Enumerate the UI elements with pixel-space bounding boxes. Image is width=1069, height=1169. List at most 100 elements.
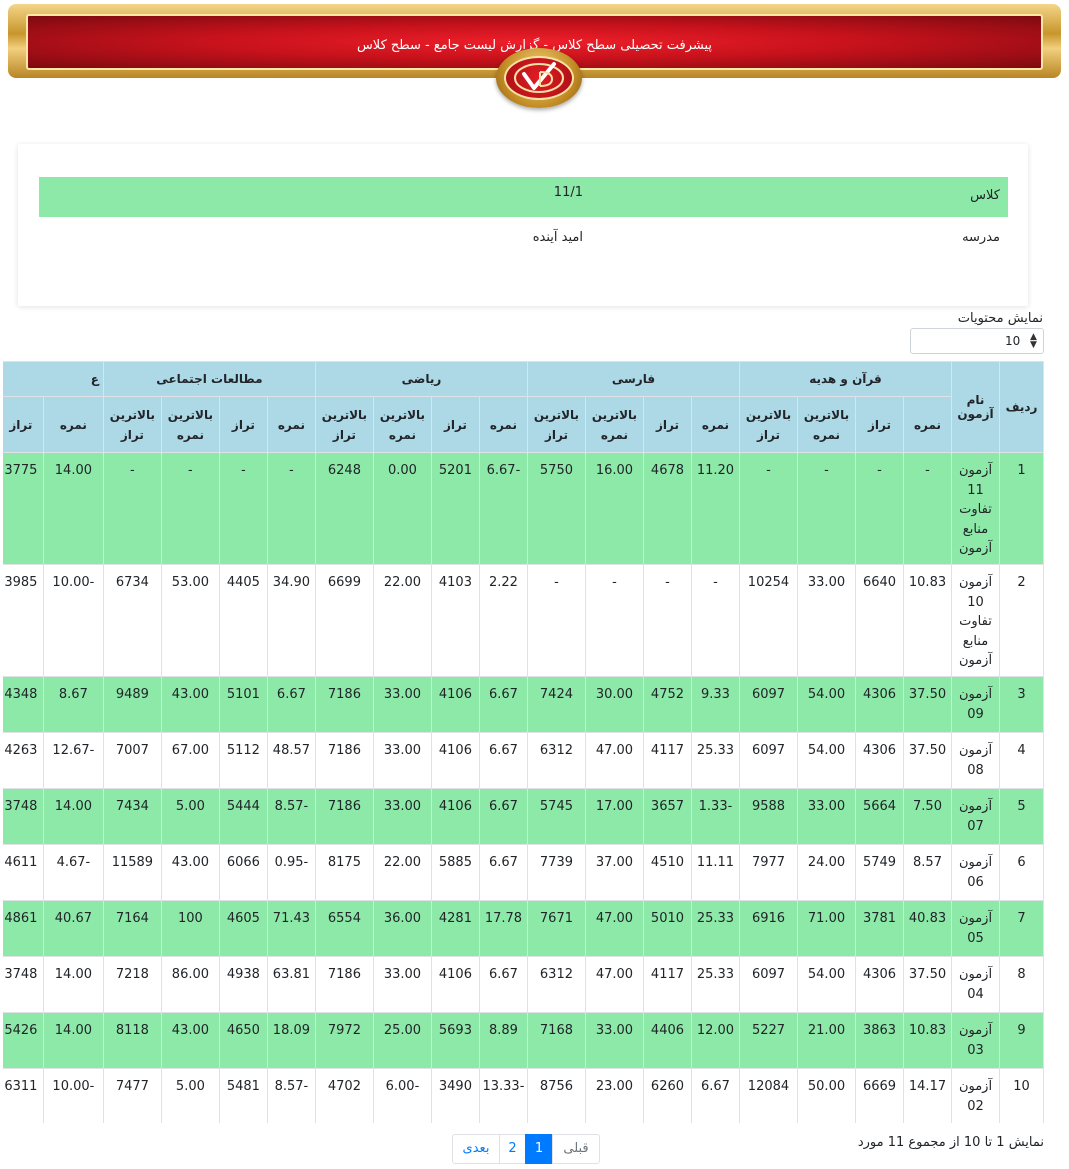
subheader-cell[interactable]: نمره <box>42 396 104 453</box>
score-cell: 18.09 <box>266 1012 316 1069</box>
score-cell: 54.00 <box>797 956 856 1013</box>
score-cell: 7972 <box>314 1012 374 1069</box>
subheader-cell[interactable]: نمره <box>903 396 952 453</box>
show-entries-label: نمایش محتویات <box>957 311 1043 326</box>
subheader-cell[interactable]: نمره <box>478 396 528 453</box>
table-row[interactable]: 5 آزمون 07 7.50 5664 33.00 9588 -1.33 3657 17.00… <box>3 788 1044 845</box>
score-cell: 21.00 <box>797 1012 856 1069</box>
score-cell: 100 <box>160 900 220 957</box>
score-cell: 6.67 <box>478 676 528 733</box>
score-cell: 53.00 <box>160 564 220 677</box>
subheader-cell[interactable]: بالاترین تراز <box>102 396 162 453</box>
score-cell: 4678 <box>642 452 692 565</box>
score-cell: -10.00 <box>42 564 104 677</box>
subheader-cell[interactable]: تراز <box>642 396 692 453</box>
results-table-container[interactable]: ردیف نام آزمون قرآن و هدیه فارسی ریاضی م… <box>3 361 1044 1123</box>
score-cell: 5444 <box>218 788 268 845</box>
score-cell: 6248 <box>314 452 374 565</box>
score-cell: 3490 <box>430 1068 480 1123</box>
info-label: مدرسه <box>962 230 1000 245</box>
info-row-school: مدرسه امید آینده <box>39 222 1008 262</box>
score-cell: 33.00 <box>584 1012 644 1069</box>
score-cell: 7168 <box>526 1012 586 1069</box>
table-row[interactable]: 4 آزمون 08 37.50 4306 54.00 6097 25.33 4117 47.0… <box>3 732 1044 789</box>
exam-name-cell: آزمون 04 <box>951 956 1000 1013</box>
exam-name-cell: آزمون 07 <box>951 788 1000 845</box>
subheader-cell[interactable]: بالاترین تراز <box>314 396 374 453</box>
score-cell: 14.00 <box>42 956 104 1013</box>
header-row-number[interactable]: ردیف <box>999 361 1044 453</box>
score-cell: 4611 <box>3 844 44 901</box>
score-cell: 4406 <box>642 1012 692 1069</box>
score-cell: 5750 <box>526 452 586 565</box>
table-row[interactable]: 7 آزمون 05 40.83 3781 71.00 6916 25.33 5010 47.0… <box>3 900 1044 957</box>
subheader-cell[interactable]: تراز <box>218 396 268 453</box>
score-cell: 4605 <box>218 900 268 957</box>
row-number-cell: 9 <box>999 1012 1044 1069</box>
subheader-cell[interactable]: بالاترین نمره <box>797 396 856 453</box>
subheader-cell[interactable]: نمره <box>266 396 316 453</box>
score-cell: 5101 <box>218 676 268 733</box>
score-cell: 48.57 <box>266 732 316 789</box>
table-row[interactable]: 8 آزمون 04 37.50 4306 54.00 6097 25.33 4117 47.0… <box>3 956 1044 1013</box>
table-row[interactable]: 2 آزمون 10 تفاوت منابع آزمون 10.83 6640 33.0… <box>3 564 1044 677</box>
table-row[interactable]: 1 آزمون 11 تفاوت منابع آزمون - - - -11.20 4678… <box>3 452 1044 565</box>
score-cell: 10254 <box>738 564 799 677</box>
page-length-select[interactable]: 10 ▲ ▼ <box>910 328 1044 354</box>
score-cell: -12.67 <box>42 732 104 789</box>
subheader-cell[interactable]: بالاترین نمره <box>584 396 644 453</box>
score-cell: 54.00 <box>797 732 856 789</box>
info-value: 11/1 <box>553 185 583 200</box>
score-cell: 6699 <box>314 564 374 677</box>
score-cell: 7186 <box>314 732 374 789</box>
header-group: ع <box>3 361 104 397</box>
subheader-cell[interactable]: تراز <box>430 396 480 453</box>
subheader-cell[interactable]: نمره <box>690 396 740 453</box>
checkmark-logo-icon <box>514 62 564 93</box>
score-cell: 4306 <box>855 676 904 733</box>
subheader-cell[interactable]: تراز <box>3 396 44 453</box>
score-cell: 3985 <box>3 564 44 677</box>
score-cell: 36.00 <box>372 900 432 957</box>
score-cell: - <box>903 452 952 565</box>
score-cell: -1.33 <box>690 788 740 845</box>
score-cell: 2.22 <box>478 564 528 677</box>
score-cell: 9588 <box>738 788 799 845</box>
score-cell: 24.00 <box>797 844 856 901</box>
score-cell: - <box>266 452 316 565</box>
exam-name-cell: آزمون 08 <box>951 732 1000 789</box>
subheader-cell[interactable]: بالاترین نمره <box>160 396 220 453</box>
score-cell: 7424 <box>526 676 586 733</box>
subheader-cell[interactable]: بالاترین تراز <box>526 396 586 453</box>
subheader-cell[interactable]: تراز <box>855 396 904 453</box>
score-cell: 4117 <box>642 956 692 1013</box>
score-cell: 7186 <box>314 788 374 845</box>
score-cell: 6066 <box>218 844 268 901</box>
score-cell: - <box>855 452 904 565</box>
table-row[interactable]: 6 آزمون 06 8.57 5749 24.00 7977 11.11 4510 37.00… <box>3 844 1044 901</box>
next-page-button[interactable]: بعدی <box>452 1134 500 1164</box>
score-cell: 33.00 <box>372 732 432 789</box>
header-group: مطالعات اجتماعی <box>102 361 316 397</box>
score-cell: -8.57 <box>266 788 316 845</box>
row-number-cell: 5 <box>999 788 1044 845</box>
page-2-button[interactable]: 2 <box>499 1134 526 1164</box>
table-row[interactable]: 3 آزمون 09 37.50 4306 54.00 6097 9.33 4752 30.00… <box>3 676 1044 733</box>
score-cell: 5.00 <box>160 1068 220 1123</box>
score-cell: 47.00 <box>584 956 644 1013</box>
score-cell: 5664 <box>855 788 904 845</box>
score-cell: 5745 <box>526 788 586 845</box>
previous-page-button[interactable]: قبلی <box>552 1134 600 1164</box>
select-caret-icon: ▲ ▼ <box>1030 332 1037 350</box>
table-row[interactable]: 9 آزمون 03 10.83 3863 21.00 5227 12.00 4406 33.0… <box>3 1012 1044 1069</box>
score-cell: 22.00 <box>372 844 432 901</box>
score-cell: 37.50 <box>903 956 952 1013</box>
header-exam-name[interactable]: نام آزمون <box>951 361 1000 453</box>
subheader-cell[interactable]: بالاترین تراز <box>738 396 799 453</box>
page-1-button[interactable]: 1 <box>525 1134 553 1164</box>
subheader-cell[interactable]: بالاترین نمره <box>372 396 432 453</box>
score-cell: 7164 <box>102 900 162 957</box>
row-number-cell: 6 <box>999 844 1044 901</box>
table-row[interactable]: 10 آزمون 02 14.17 6669 50.00 12084 6.67 6260 23.… <box>3 1068 1044 1123</box>
score-cell: - <box>738 452 799 565</box>
